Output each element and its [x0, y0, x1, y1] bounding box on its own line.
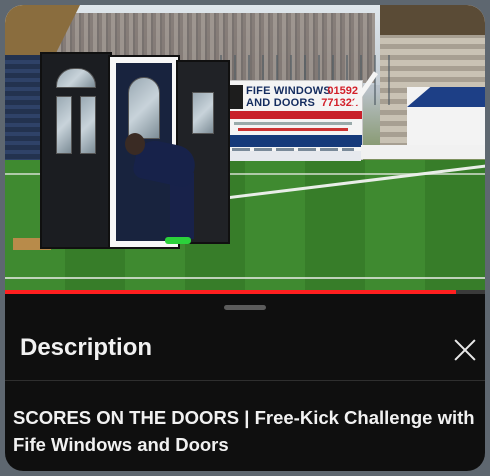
player-boots	[165, 237, 191, 244]
door-black-left	[40, 52, 112, 249]
billboard-red-band	[224, 111, 362, 119]
stadium-stand-left	[5, 55, 45, 165]
video-player[interactable]: FIFE WINDOWS AND DOORS 01592 771322	[5, 5, 485, 292]
billboard-name-line2: AND DOORS	[246, 97, 316, 109]
player-head	[125, 133, 145, 155]
door-glass	[128, 77, 160, 139]
video-title: SCORES ON THE DOORS | Free-Kick Challeng…	[13, 407, 475, 455]
billboard-fine-print	[234, 122, 352, 125]
stadium-roof-right	[380, 5, 485, 35]
billboard-blue-band	[224, 135, 362, 147]
door-glass	[56, 68, 96, 88]
sponsor-billboard: FIFE WINDOWS AND DOORS 01592 771322	[223, 80, 363, 160]
billboard-name-line1: FIFE WINDOWS	[246, 85, 331, 97]
description-sheet: Description SCORES ON THE DOORS | Free-K…	[5, 294, 485, 471]
drag-handle[interactable]	[224, 305, 266, 310]
close-icon[interactable]	[452, 337, 478, 363]
pitchside-adboard	[361, 145, 485, 159]
billboard-company-name: FIFE WINDOWS AND DOORS	[246, 85, 331, 109]
door-glass	[80, 96, 96, 154]
divider	[5, 380, 485, 381]
pitchside-adboard	[223, 151, 361, 161]
pitch-line	[5, 277, 485, 279]
app-window: FIFE WINDOWS AND DOORS 01592 771322 Desc…	[5, 5, 485, 471]
sheet-title: Description	[20, 334, 153, 361]
billboard-phone-line1: 01592	[327, 85, 358, 97]
banner-band	[407, 87, 485, 107]
door-glass	[56, 96, 72, 154]
door-glass	[192, 92, 214, 134]
stand-banner	[407, 87, 485, 145]
billboard-fine-print	[238, 128, 348, 131]
